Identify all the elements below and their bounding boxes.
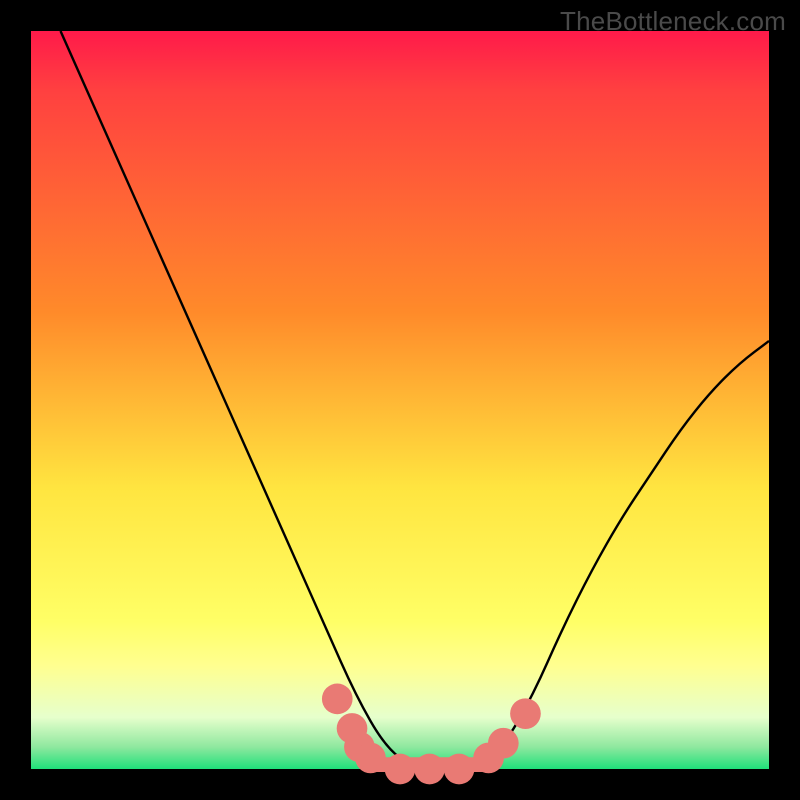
chart-frame: TheBottleneck.com <box>0 0 800 800</box>
data-marker <box>488 728 519 759</box>
data-marker <box>322 684 353 715</box>
bottleneck-curve-line <box>61 31 769 769</box>
data-marker <box>385 754 416 785</box>
data-marker <box>414 754 445 785</box>
watermark-text: TheBottleneck.com <box>560 6 786 37</box>
chart-svg-overlay <box>31 31 769 769</box>
data-marker <box>510 698 541 729</box>
data-marker <box>355 743 386 774</box>
data-marker <box>444 754 475 785</box>
